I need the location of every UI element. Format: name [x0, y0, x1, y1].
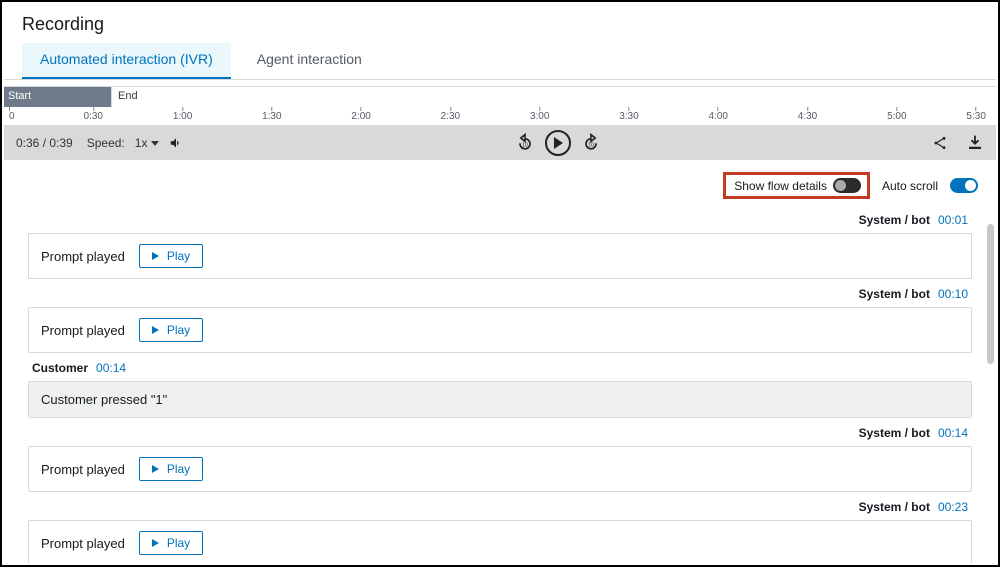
play-label: Play — [167, 536, 190, 550]
timestamp: 00:10 — [938, 287, 968, 301]
row-meta: Customer 00:14 — [32, 361, 968, 375]
play-icon — [152, 326, 159, 334]
show-flow-details-label: Show flow details — [734, 179, 827, 193]
timeline: Start End 0 0:30 1:00 1:30 2:00 2:30 3:0… — [4, 86, 996, 126]
play-prompt-button[interactable]: Play — [139, 531, 203, 555]
timeline-segments[interactable]: Start End — [4, 87, 996, 107]
tick: 2:00 — [351, 107, 370, 122]
timestamp: 00:23 — [938, 500, 968, 514]
download-icon[interactable] — [966, 134, 984, 152]
svg-text:10: 10 — [588, 142, 594, 148]
timestamp: 00:14 — [96, 361, 126, 375]
speaker-label: System / bot — [859, 426, 930, 440]
tick: 4:00 — [709, 107, 728, 122]
tick: 4:30 — [798, 107, 817, 122]
tick: 0:30 — [84, 107, 103, 122]
transcript-row: Prompt played Play — [28, 446, 972, 492]
tab-automated-ivr[interactable]: Automated interaction (IVR) — [22, 43, 231, 79]
tick: 2:30 — [441, 107, 460, 122]
timeline-start-segment: Start — [4, 87, 112, 107]
forward-10-icon[interactable]: 10 — [581, 133, 601, 153]
row-meta: System / bot 00:10 — [22, 287, 968, 301]
speaker-label: Customer — [32, 361, 88, 375]
player-bar: 0:36 / 0:39 Speed: 1x 10 10 — [4, 126, 996, 160]
play-icon — [152, 252, 159, 260]
transcript-text: Prompt played — [41, 462, 125, 477]
tab-agent-interaction[interactable]: Agent interaction — [239, 43, 380, 79]
transcript: System / bot 00:01 Prompt played Play Sy… — [4, 201, 996, 563]
speed-value: 1x — [135, 136, 148, 150]
timestamp: 00:14 — [938, 426, 968, 440]
tick: 5:00 — [887, 107, 906, 122]
play-label: Play — [167, 323, 190, 337]
timeline-end-segment: End — [112, 87, 996, 107]
volume-icon[interactable] — [169, 136, 183, 150]
tick: 3:00 — [530, 107, 549, 122]
play-prompt-button[interactable]: Play — [139, 457, 203, 481]
play-prompt-button[interactable]: Play — [139, 318, 203, 342]
timeline-ruler: 0 0:30 1:00 1:30 2:00 2:30 3:00 3:30 4:0… — [4, 107, 996, 125]
svg-text:10: 10 — [522, 142, 528, 148]
show-flow-details-toggle[interactable] — [833, 178, 861, 193]
timestamp: 00:01 — [938, 213, 968, 227]
page-title: Recording — [4, 4, 996, 43]
tick: 1:30 — [262, 107, 281, 122]
transcript-text: Prompt played — [41, 323, 125, 338]
row-meta: System / bot 00:14 — [22, 426, 968, 440]
transcript-row: Prompt played Play — [28, 233, 972, 279]
toggle-row: Show flow details Auto scroll — [4, 160, 996, 201]
transcript-row: Prompt played Play — [28, 307, 972, 353]
play-icon — [152, 465, 159, 473]
play-label: Play — [167, 462, 190, 476]
show-flow-details-highlight: Show flow details — [723, 172, 870, 199]
transcript-text: Customer pressed "1" — [41, 392, 167, 407]
rewind-10-icon[interactable]: 10 — [515, 133, 535, 153]
transcript-text: Prompt played — [41, 249, 125, 264]
auto-scroll-toggle[interactable] — [950, 178, 978, 193]
speed-label: Speed: — [87, 136, 125, 150]
speaker-label: System / bot — [859, 287, 930, 301]
play-prompt-button[interactable]: Play — [139, 244, 203, 268]
auto-scroll-label: Auto scroll — [882, 179, 938, 193]
tabs: Automated interaction (IVR) Agent intera… — [4, 43, 996, 80]
row-meta: System / bot 00:01 — [22, 213, 968, 227]
play-label: Play — [167, 249, 190, 263]
row-meta: System / bot 00:23 — [22, 500, 968, 514]
transcript-row: Customer pressed "1" — [28, 381, 972, 418]
transcript-row: Prompt played Play — [28, 520, 972, 563]
scrollbar[interactable] — [987, 224, 994, 364]
speed-select[interactable]: 1x — [135, 136, 160, 150]
tick: 1:00 — [173, 107, 192, 122]
play-icon — [554, 137, 563, 149]
tick: 5:30 — [966, 107, 985, 122]
play-icon — [152, 539, 159, 547]
chevron-down-icon — [151, 141, 159, 146]
play-button[interactable] — [545, 130, 571, 156]
share-icon[interactable] — [932, 135, 948, 151]
tick: 3:30 — [619, 107, 638, 122]
speaker-label: System / bot — [859, 500, 930, 514]
speaker-label: System / bot — [859, 213, 930, 227]
playback-time: 0:36 / 0:39 — [16, 136, 73, 150]
tick: 0 — [9, 107, 15, 122]
transcript-text: Prompt played — [41, 536, 125, 551]
